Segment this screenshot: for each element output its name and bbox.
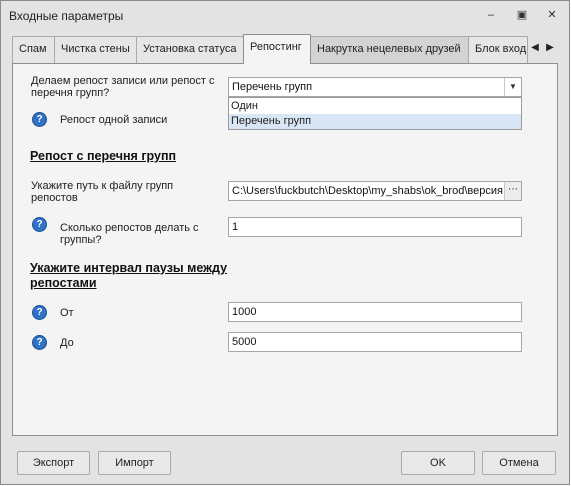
tab-friend-boost[interactable]: Накрутка нецелевых друзей: [310, 36, 469, 63]
to-input[interactable]: 5000: [228, 332, 522, 352]
settings-dialog: Входные параметры – ▣ ✕ Спам Чистка стен…: [0, 0, 570, 485]
mode-dropdown-value: Перечень групп: [232, 81, 313, 93]
from-label: От: [60, 307, 74, 319]
tab-scroll-right-icon[interactable]: ▶: [543, 40, 557, 56]
mode-dropdown-list: Один Перечень групп: [228, 97, 522, 130]
path-input[interactable]: C:\Users\fuckbutch\Desktop\my_shabs\ok_b…: [228, 181, 522, 201]
tab-block-entry[interactable]: Блок вход: [468, 36, 528, 63]
help-icon[interactable]: ?: [32, 335, 47, 350]
count-input[interactable]: 1: [228, 217, 522, 237]
from-input[interactable]: 1000: [228, 302, 522, 322]
count-label: Сколько репостов делать с группы?: [60, 222, 199, 246]
tab-scroll-left-icon[interactable]: ◀: [528, 40, 542, 56]
tab-reposting[interactable]: Репостинг: [243, 34, 311, 64]
tab-set-status[interactable]: Установка статуса: [136, 36, 244, 63]
import-button[interactable]: Импорт: [98, 451, 171, 475]
browse-icon[interactable]: ⋯: [504, 182, 521, 200]
help-icon[interactable]: ?: [32, 217, 47, 232]
mode-option-groups[interactable]: Перечень групп: [229, 114, 521, 129]
mode-dropdown[interactable]: Перечень групп ▼: [228, 77, 522, 97]
maximize-icon[interactable]: ▣: [514, 7, 530, 23]
mode-label: Делаем репост записи или репост с перечн…: [31, 75, 215, 99]
tab-spam[interactable]: Спам: [12, 36, 55, 63]
mode-option-single[interactable]: Один: [229, 99, 521, 114]
single-repost-label: Репост одной записи: [60, 114, 168, 126]
minimize-icon[interactable]: –: [483, 7, 499, 23]
ok-button[interactable]: OK: [401, 451, 475, 475]
to-label: До: [60, 337, 74, 349]
chevron-down-icon[interactable]: ▼: [504, 78, 521, 96]
export-button[interactable]: Экспорт: [17, 451, 90, 475]
window-title: Входные параметры: [9, 9, 124, 23]
path-label: Укажите путь к файлу групп репостов: [31, 180, 174, 204]
tab-wall-cleanup[interactable]: Чистка стены: [54, 36, 137, 63]
help-icon[interactable]: ?: [32, 305, 47, 320]
cancel-button[interactable]: Отмена: [482, 451, 556, 475]
close-icon[interactable]: ✕: [544, 7, 560, 23]
tab-strip: Спам Чистка стены Установка статуса Репо…: [12, 34, 560, 64]
title-bar: Входные параметры – ▣ ✕: [1, 1, 569, 31]
section-heading-interval: Укажите интервал паузы между репостами: [30, 261, 228, 290]
path-value: C:\Users\fuckbutch\Desktop\my_shabs\ok_b…: [232, 185, 503, 197]
section-heading-groups: Репост с перечня групп: [30, 149, 177, 163]
help-icon[interactable]: ?: [32, 112, 47, 127]
